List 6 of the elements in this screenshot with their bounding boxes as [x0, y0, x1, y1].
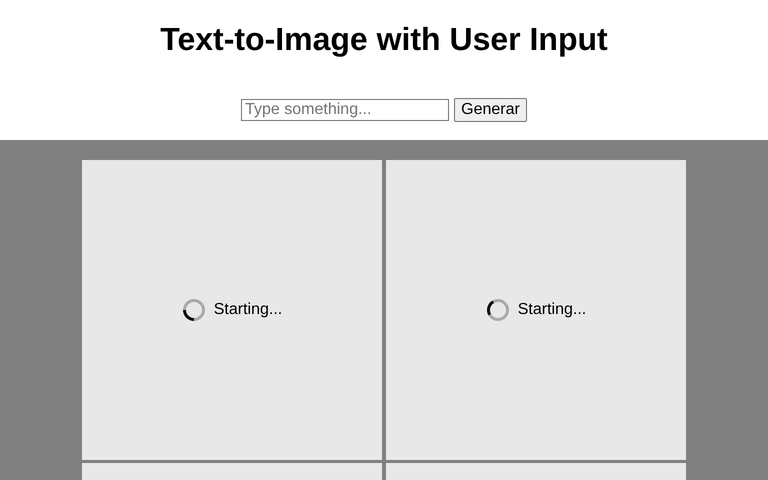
- generate-button[interactable]: Generar: [454, 98, 527, 122]
- status-text: Starting...: [518, 301, 586, 319]
- page-title: Text-to-Image with User Input: [159, 20, 609, 58]
- spinner-icon: [182, 298, 206, 322]
- status-text: Starting...: [214, 301, 282, 319]
- prompt-field[interactable]: Type something...: [241, 99, 450, 121]
